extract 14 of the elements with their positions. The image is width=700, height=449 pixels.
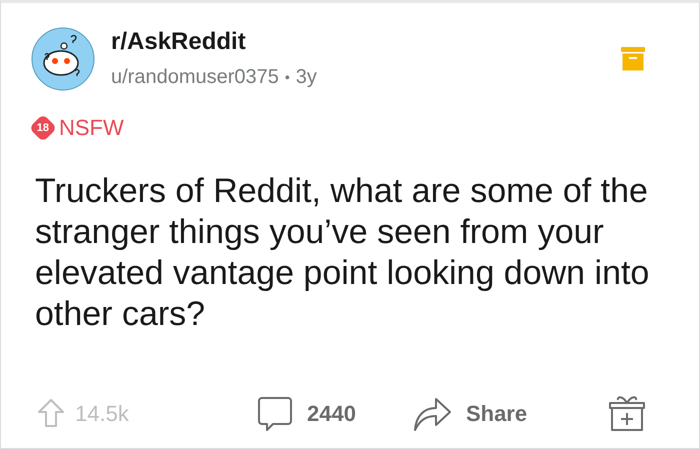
gift-icon[interactable] [609,394,645,432]
post-title: Truckers of Reddit, what are some of the stranger things you’ve seen from your elevated vantage point looking down into other cars? [34,171,650,335]
nsfw-label: NSFW [59,115,124,141]
vote-count: 14.5k [75,400,129,428]
post-age: 3y [296,65,317,90]
share-button[interactable]: Share [412,394,528,432]
subreddit-name[interactable]: r/AskReddit [111,27,317,57]
comments-button[interactable]: 2440 [257,395,356,431]
archive-icon [621,47,645,71]
nsfw-badge: 18 [28,114,58,142]
username[interactable]: u/randomuser0375 [111,63,279,91]
separator-dot: • [284,68,290,87]
comment-icon [257,395,293,431]
avatar-icon [31,27,95,91]
